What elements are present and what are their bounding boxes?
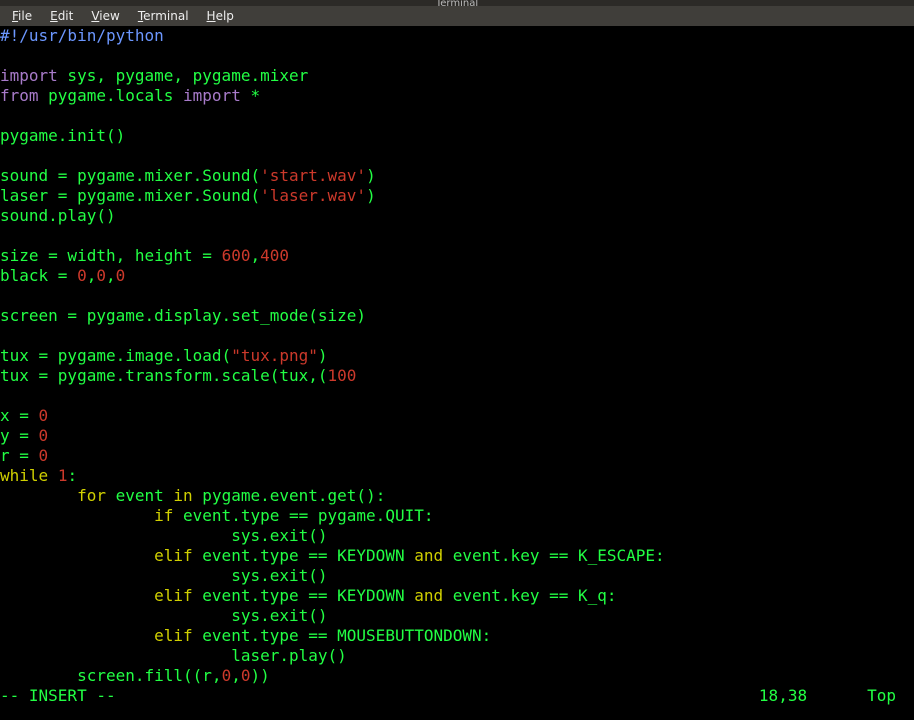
code-line: r = 0: [0, 446, 914, 466]
code-line: [0, 226, 914, 246]
menubar: FileEditViewTerminalHelp: [0, 6, 914, 26]
code-line: sound = pygame.mixer.Sound('start.wav'): [0, 166, 914, 186]
cursor-position: 18,38: [759, 686, 867, 706]
menu-edit[interactable]: Edit: [42, 7, 81, 25]
code-line: from pygame.locals import *: [0, 86, 914, 106]
code-line: laser = pygame.mixer.Sound('laser.wav'): [0, 186, 914, 206]
code-line: screen = pygame.display.set_mode(size): [0, 306, 914, 326]
code-line: import sys, pygame, pygame.mixer: [0, 66, 914, 86]
code-line: elif event.type == KEYDOWN and event.key…: [0, 546, 914, 566]
code-line: laser.play(): [0, 646, 914, 666]
editor-viewport[interactable]: #!/usr/bin/python import sys, pygame, py…: [0, 26, 914, 720]
code-line: tux = pygame.image.load("tux.png"): [0, 346, 914, 366]
code-line: screen.fill((r,0,0)): [0, 666, 914, 686]
code-line: y = 0: [0, 426, 914, 446]
code-line: [0, 46, 914, 66]
code-line: [0, 146, 914, 166]
code-line: pygame.init(): [0, 126, 914, 146]
code-line: if event.type == pygame.QUIT:: [0, 506, 914, 526]
window-title: Terminal: [436, 0, 478, 9]
code-line: [0, 386, 914, 406]
code-line: size = width, height = 600,400: [0, 246, 914, 266]
code-line: x = 0: [0, 406, 914, 426]
code-line: [0, 326, 914, 346]
code-line: black = 0,0,0: [0, 266, 914, 286]
code-line: [0, 286, 914, 306]
code-line: #!/usr/bin/python: [0, 26, 914, 46]
menu-view[interactable]: View: [83, 7, 127, 25]
menu-help[interactable]: Help: [199, 7, 242, 25]
code-line: for event in pygame.event.get():: [0, 486, 914, 506]
code-line: tux = pygame.transform.scale(tux,(100: [0, 366, 914, 386]
code-line: sys.exit(): [0, 526, 914, 546]
code-line: [0, 106, 914, 126]
code-line: sys.exit(): [0, 606, 914, 626]
menu-terminal[interactable]: Terminal: [130, 7, 197, 25]
code-line: while 1:: [0, 466, 914, 486]
code-line: sys.exit(): [0, 566, 914, 586]
vim-status-line: -- INSERT -- 18,38Top: [0, 686, 914, 706]
code-line: elif event.type == MOUSEBUTTONDOWN:: [0, 626, 914, 646]
menu-file[interactable]: File: [4, 7, 40, 25]
code-line: sound.play(): [0, 206, 914, 226]
code-line: elif event.type == KEYDOWN and event.key…: [0, 586, 914, 606]
vim-mode: -- INSERT --: [0, 686, 116, 706]
scroll-indicator: Top: [867, 686, 914, 706]
